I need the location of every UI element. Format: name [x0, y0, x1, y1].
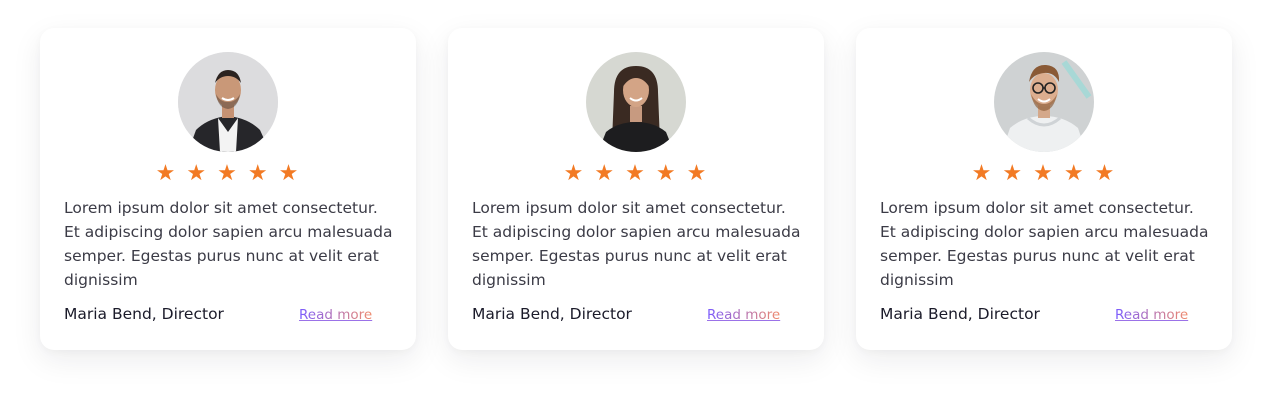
- star-icon: ★: [186, 161, 209, 186]
- man-glasses-hoodie-avatar-icon: [994, 52, 1094, 152]
- testimonial-card: ★ ★ ★ ★ ★ Lorem ipsum dolor sit amet con…: [856, 28, 1232, 350]
- review-text: Lorem ipsum dolor sit amet consectetur. …: [472, 199, 801, 289]
- read-more-link[interactable]: Read more: [1115, 307, 1188, 323]
- avatar: [994, 52, 1094, 152]
- author-name: Maria Bend, Director: [880, 305, 1040, 323]
- star-icon: ★: [247, 161, 270, 186]
- woman-dark-hair-avatar-icon: [586, 52, 686, 152]
- star-icon: ★: [686, 161, 709, 186]
- avatar: [586, 52, 686, 152]
- read-more-link[interactable]: Read more: [707, 307, 780, 323]
- author-name: Maria Bend, Director: [64, 305, 224, 323]
- star-icon: ★: [1033, 161, 1055, 186]
- star-icon: ★: [594, 161, 617, 186]
- rating-stars: ★ ★ ★ ★ ★: [856, 161, 1232, 187]
- review-text: Lorem ipsum dolor sit amet consectetur. …: [64, 199, 393, 289]
- rating-stars: ★ ★ ★ ★ ★: [40, 161, 416, 187]
- star-icon: ★: [1094, 161, 1117, 186]
- review-text: Lorem ipsum dolor sit amet consectetur. …: [880, 199, 1209, 289]
- testimonial-cards: ★ ★ ★ ★ ★ Lorem ipsum dolor sit amet con…: [0, 0, 1272, 402]
- avatar: [178, 52, 278, 152]
- rating-stars: ★ ★ ★ ★ ★: [448, 161, 824, 187]
- star-icon: ★: [655, 161, 678, 186]
- man-in-suit-avatar-icon: [178, 52, 278, 152]
- star-icon: ★: [1002, 161, 1025, 186]
- read-more-link[interactable]: Read more: [299, 307, 372, 323]
- star-icon: ★: [217, 161, 239, 186]
- star-icon: ★: [971, 161, 994, 186]
- star-icon: ★: [278, 161, 301, 186]
- star-icon: ★: [563, 161, 586, 186]
- testimonial-card: ★ ★ ★ ★ ★ Lorem ipsum dolor sit amet con…: [448, 28, 824, 350]
- testimonial-card: ★ ★ ★ ★ ★ Lorem ipsum dolor sit amet con…: [40, 28, 416, 350]
- star-icon: ★: [625, 161, 647, 186]
- star-icon: ★: [155, 161, 178, 186]
- author-name: Maria Bend, Director: [472, 305, 632, 323]
- star-icon: ★: [1063, 161, 1086, 186]
